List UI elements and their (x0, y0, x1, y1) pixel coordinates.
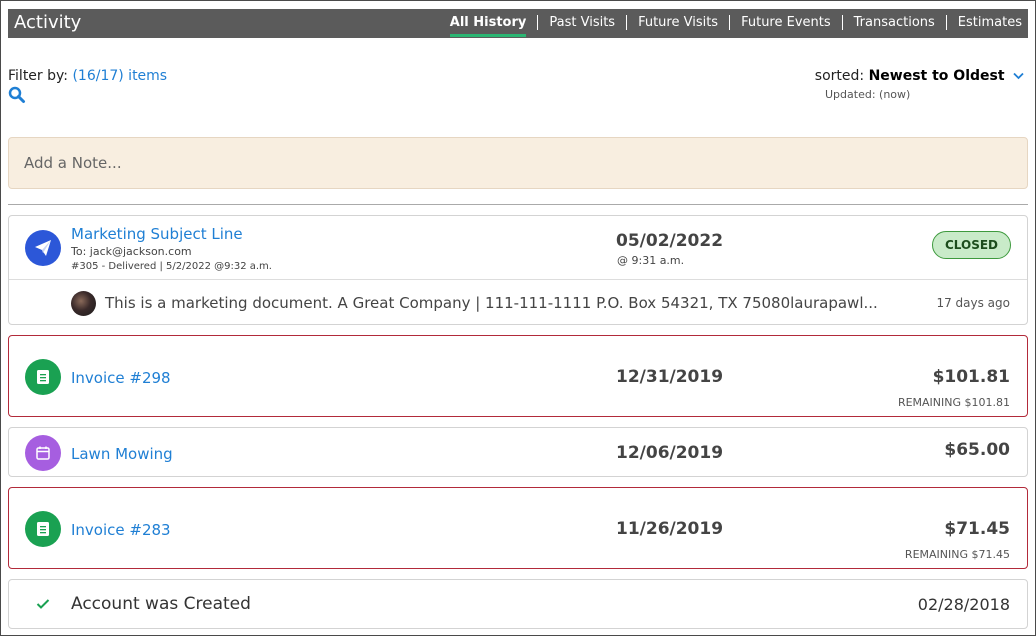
filter-items-link[interactable]: (16/17) items (72, 68, 167, 84)
activity-item-invoice-298[interactable]: Invoice #298 12/31/2019 $101.81 REMAININ… (8, 335, 1028, 417)
status-badge: CLOSED (931, 231, 1011, 259)
item-date: 11/26/2019 (616, 519, 724, 539)
sort-value[interactable]: Newest to Oldest (869, 68, 1005, 84)
activity-header: Activity All History Past Visits Future … (8, 9, 1028, 38)
message-preview: This is a marketing document. A Great Co… (105, 294, 878, 312)
sort-label: sorted: (814, 68, 865, 84)
paper-plane-icon (25, 230, 61, 266)
tab-transactions[interactable]: Transactions (841, 15, 946, 30)
activity-item-account-created[interactable]: Account was Created 02/28/2018 (8, 579, 1028, 629)
filter-label: Filter by: (8, 68, 68, 84)
invoice-icon (25, 511, 61, 547)
item-title-link[interactable]: Invoice #283 (71, 521, 171, 539)
message-row[interactable]: This is a marketing document. A Great Co… (9, 279, 1027, 325)
add-note-box[interactable] (8, 137, 1028, 189)
search-icon[interactable] (8, 86, 26, 104)
updated-status: Updated: (now) (825, 88, 911, 101)
invoice-icon (25, 359, 61, 395)
calendar-icon (25, 435, 61, 471)
page-title: Activity (14, 12, 82, 33)
history-tabs: All History Past Visits Future Visits Fu… (439, 15, 1022, 37)
item-time: @ 9:31 a.m. (617, 254, 685, 267)
checkmark-icon (36, 599, 50, 609)
avatar (71, 291, 96, 316)
tab-past-visits[interactable]: Past Visits (537, 15, 626, 30)
sort-control[interactable]: sorted: Newest to Oldest (815, 68, 1024, 84)
item-date: 02/28/2018 (917, 595, 1010, 614)
item-amount: $65.00 (944, 440, 1010, 460)
section-divider (8, 204, 1028, 205)
item-delivery-meta: #305 - Delivered | 5/2/2022 @9:32 a.m. (71, 261, 272, 272)
add-note-input[interactable] (24, 154, 1004, 172)
filter-bar: Filter by: (16/17) items (8, 68, 167, 84)
item-amount: $101.81 (932, 367, 1010, 387)
chevron-down-icon[interactable] (1013, 72, 1024, 80)
tab-estimates[interactable]: Estimates (945, 15, 1022, 30)
item-title-link[interactable]: Invoice #298 (71, 369, 171, 387)
item-title-link[interactable]: Marketing Subject Line (71, 225, 243, 243)
tab-all-history[interactable]: All History (439, 15, 538, 37)
activity-item-marketing[interactable]: Marketing Subject Line To: jack@jackson.… (8, 215, 1028, 325)
item-remaining: REMAINING $71.45 (904, 548, 1010, 561)
item-title-link[interactable]: Lawn Mowing (71, 445, 173, 463)
tab-future-events[interactable]: Future Events (729, 15, 842, 30)
tab-future-visits[interactable]: Future Visits (626, 15, 729, 30)
item-remaining: REMAINING $101.81 (897, 396, 1010, 409)
item-date: 12/06/2019 (616, 443, 724, 463)
message-age: 17 days ago (936, 296, 1010, 310)
item-date: 12/31/2019 (616, 367, 724, 387)
activity-item-lawn-mowing[interactable]: Lawn Mowing 12/06/2019 $65.00 (8, 427, 1028, 477)
item-title: Account was Created (71, 594, 251, 614)
item-date: 05/02/2022 (616, 231, 724, 251)
activity-item-invoice-283[interactable]: Invoice #283 11/26/2019 $71.45 REMAINING… (8, 487, 1028, 569)
item-amount: $71.45 (944, 519, 1010, 539)
item-recipient: To: jack@jackson.com (71, 245, 192, 258)
